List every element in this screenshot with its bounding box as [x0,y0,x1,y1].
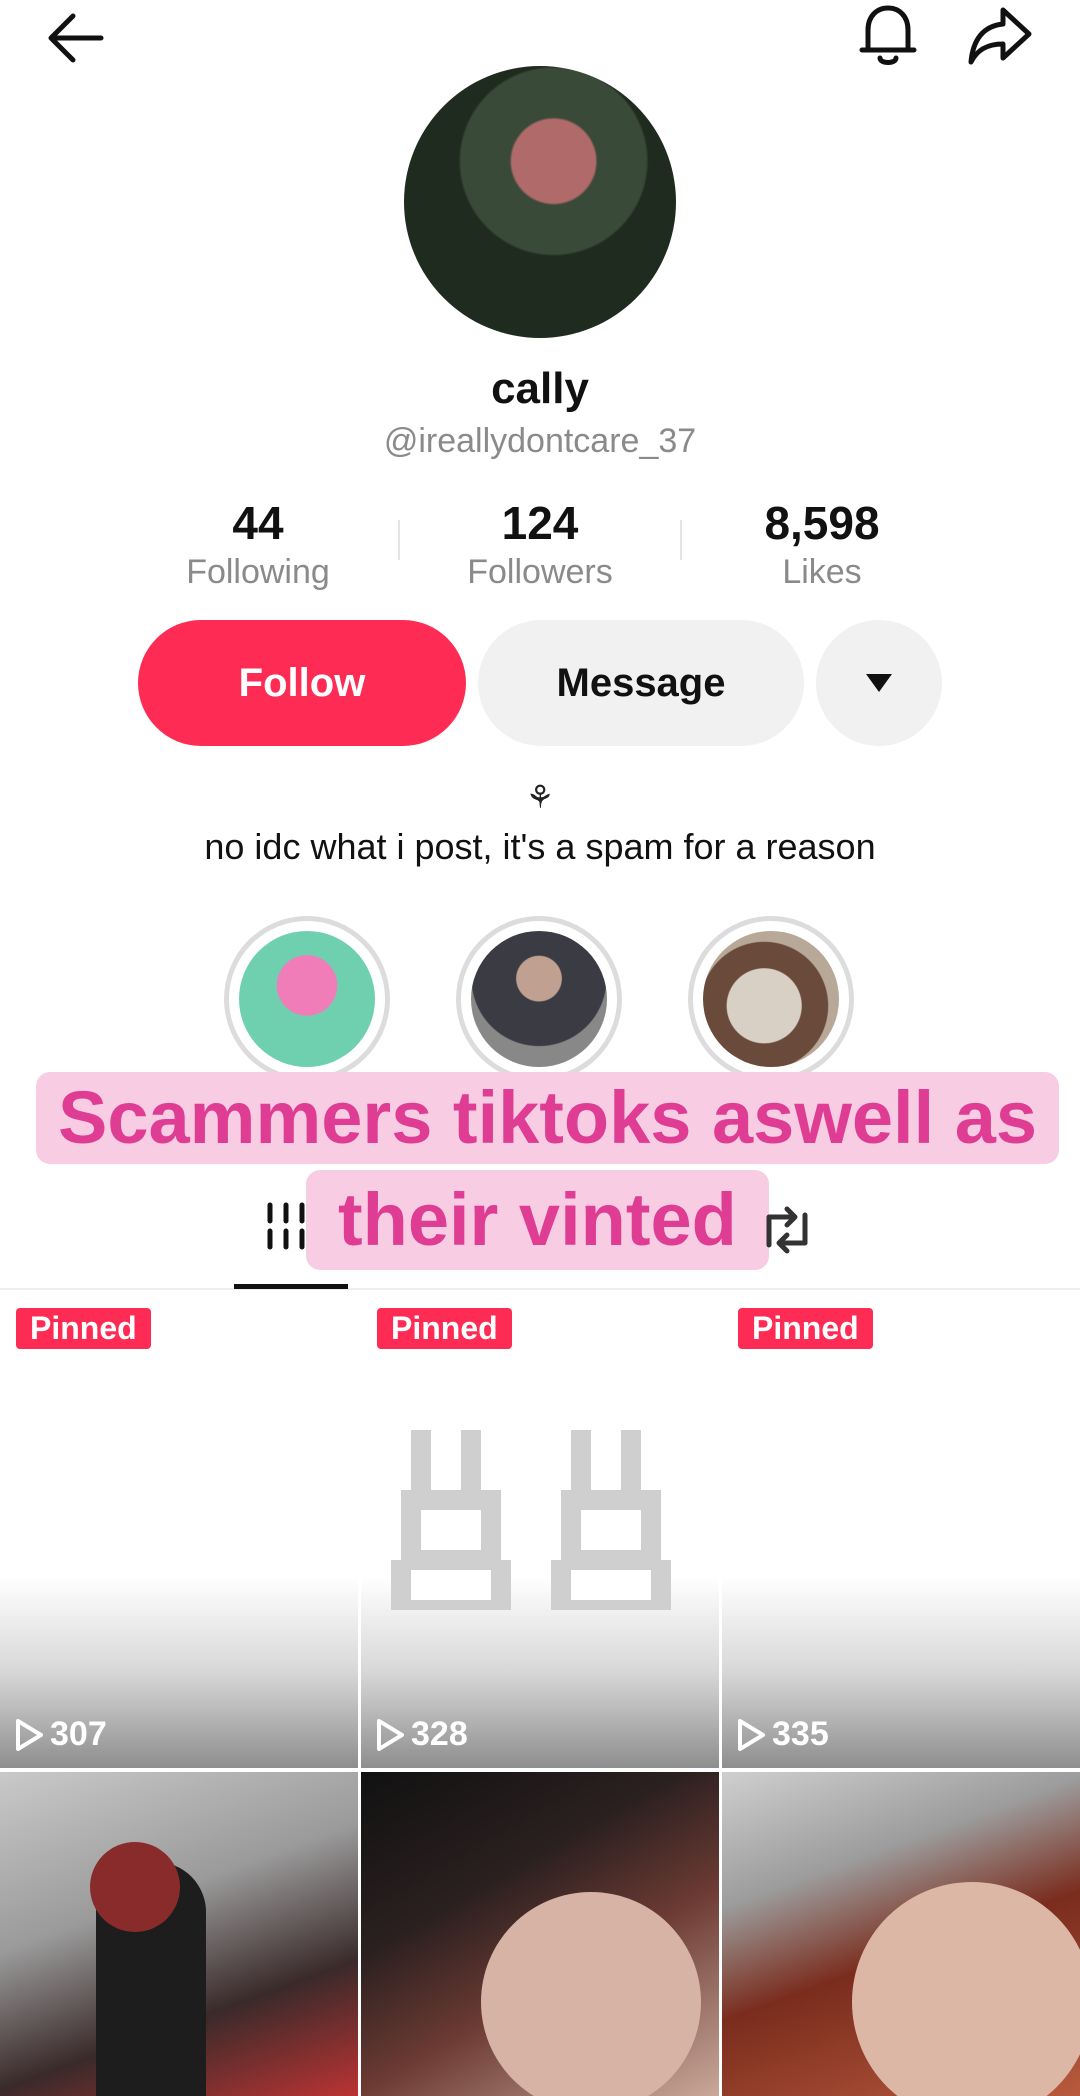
photo-face [481,1892,701,2096]
stat-followers[interactable]: 124 Followers [400,496,680,594]
pinned-badge: Pinned [16,1308,151,1349]
pixel-bunnies-image [391,1430,671,1610]
stat-value: 44 [232,497,284,549]
video-thumbnail[interactable]: Pinned 335 [722,1290,1080,1768]
grid-icon [267,1202,305,1250]
photo-hair [90,1842,180,1932]
follow-label: Follow [238,660,366,705]
back-button[interactable] [36,6,112,70]
bio-text: no idc what i post, it's a spam for a re… [204,826,876,867]
view-count-value: 335 [772,1715,829,1753]
video-thumbnail[interactable] [0,1772,358,2096]
more-options-button[interactable] [816,620,942,746]
pinned-badge: Pinned [377,1308,512,1349]
tab-reposts[interactable] [752,1200,822,1260]
photo-face [852,1882,1080,2096]
play-icon [738,1718,765,1751]
caret-down-icon [866,674,892,692]
message-button[interactable]: Message [478,620,804,746]
video-thumbnail[interactable] [722,1772,1080,2096]
highlight-cover [471,931,607,1067]
highlight-item[interactable] [456,916,622,1082]
repost-icon [766,1206,808,1254]
stat-following[interactable]: 44 Following [118,496,398,594]
stat-label: Following [186,553,330,591]
stat-label: Followers [467,553,613,591]
stat-value: 8,598 [764,497,880,549]
username-handle: @ireallydontcare_37 [383,422,697,460]
notification-button[interactable] [852,0,924,70]
stat-likes[interactable]: 8,598 Likes [682,496,962,594]
view-count: 307 [14,1715,107,1754]
highlight-item[interactable] [688,916,854,1082]
view-count: 335 [736,1715,829,1754]
highlight-item[interactable] [224,916,390,1082]
play-icon [377,1718,404,1751]
view-count: 328 [375,1715,468,1754]
pinned-badge: Pinned [738,1308,873,1349]
bell-icon [859,5,917,65]
message-label: Message [556,660,726,705]
video-thumbnail[interactable] [361,1772,719,2096]
stat-label: Likes [782,553,862,591]
caption-line-2: their vinted [306,1170,769,1270]
video-thumbnail[interactable]: Pinned 328 [361,1290,719,1768]
share-icon [968,7,1032,65]
video-thumbnail[interactable]: Pinned 307 [0,1290,358,1768]
profile-avatar[interactable] [404,66,676,338]
highlight-cover [239,931,375,1067]
share-button[interactable] [962,0,1038,70]
follow-button[interactable]: Follow [138,620,466,746]
stat-value: 124 [501,497,579,549]
view-count-value: 328 [411,1715,468,1753]
bio-symbol: ⚘ [525,779,555,815]
caption-line-1: Scammers tiktoks aswell as [36,1072,1060,1164]
highlight-cover [703,931,839,1067]
display-name: cally [491,364,589,413]
play-icon [16,1718,43,1751]
tab-active-indicator [234,1284,348,1289]
view-count-value: 307 [50,1715,107,1753]
arrow-left-icon [48,13,104,63]
